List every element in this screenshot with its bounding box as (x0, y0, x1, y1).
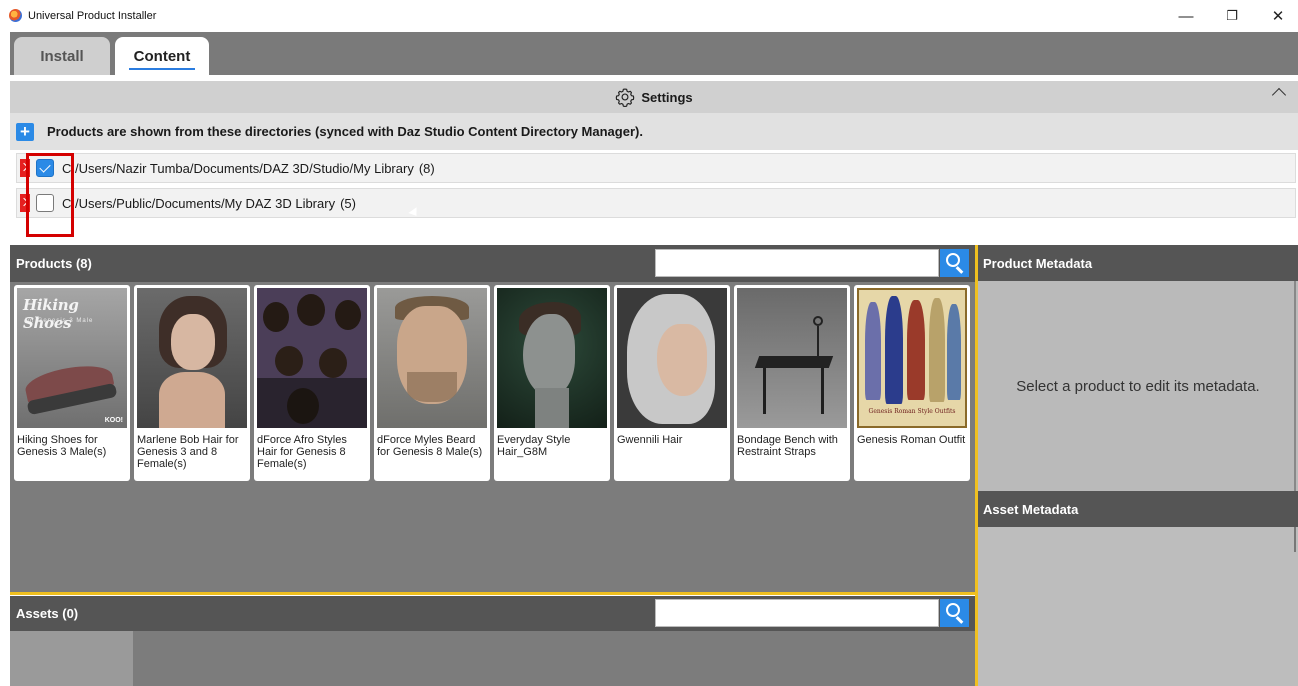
product-thumbnail (497, 288, 607, 428)
product-metadata-scrollbar[interactable] (1294, 281, 1296, 491)
product-card[interactable]: dForce Afro Styles Hair for Genesis 8 Fe… (254, 285, 370, 481)
products-search-button[interactable] (940, 249, 969, 277)
product-thumbnail (737, 288, 847, 428)
directory-path: C:/Users/Nazir Tumba/Documents/DAZ 3D/St… (62, 160, 414, 176)
app-icon (9, 9, 22, 22)
panel-divider-horizontal[interactable] (10, 592, 975, 595)
assets-search-input[interactable] (655, 599, 939, 627)
product-label: Marlene Bob Hair for Genesis 3 and 8 Fem… (137, 434, 239, 470)
product-card[interactable]: Bondage Bench with Restraint Straps (734, 285, 850, 481)
products-title: Products (8) (16, 256, 92, 271)
product-metadata-placeholder: Select a product to edit its metadata. (1016, 377, 1260, 395)
asset-metadata-header: Asset Metadata (978, 491, 1298, 527)
restore-button[interactable]: ❐ (1212, 4, 1252, 28)
product-card[interactable]: Gwennili Hair (614, 285, 730, 481)
thumbnail-brand: KOO! (104, 417, 123, 424)
thumbnail-title: Hiking Shoes (23, 296, 79, 332)
product-card[interactable]: Genesis Roman Style Outfits Genesis Roma… (854, 285, 970, 481)
product-label: dForce Myles Beard for Genesis 8 Male(s) (377, 434, 483, 458)
product-card[interactable]: Everyday Style Hair_G8M (494, 285, 610, 481)
product-card[interactable]: dForce Myles Beard for Genesis 8 Male(s) (374, 285, 490, 481)
product-thumbnail (257, 288, 367, 428)
gear-icon (616, 88, 635, 107)
product-thumbnail (377, 288, 487, 428)
products-header: Products (8) (10, 245, 975, 282)
product-thumbnail (617, 288, 727, 428)
assets-panel: Assets (0) (10, 596, 975, 686)
product-label: Gwennili Hair (617, 434, 683, 446)
settings-title: Settings (641, 89, 693, 105)
product-thumbnail (137, 288, 247, 428)
products-search-input[interactable] (655, 249, 939, 277)
product-label: Hiking Shoes for Genesis 3 Male(s) (17, 434, 107, 458)
product-label: Everyday Style Hair_G8M (497, 434, 571, 458)
checkbox-highlight-annotation (26, 153, 74, 237)
active-tab-indicator (129, 68, 195, 70)
tab-content-label: Content (133, 47, 191, 65)
directory-path: C:/Users/Public/Documents/My DAZ 3D Libr… (62, 195, 336, 211)
asset-metadata-body (978, 527, 1298, 686)
title-bar: Universal Product Installer — ❐ ✕ (0, 0, 1298, 32)
product-label: Bondage Bench with Restraint Straps (737, 434, 838, 458)
product-card[interactable]: Marlene Bob Hair for Genesis 3 and 8 Fem… (134, 285, 250, 481)
product-metadata-body: Select a product to edit its metadata. (978, 281, 1298, 491)
assets-title: Assets (0) (16, 606, 79, 621)
tab-content[interactable]: Content (115, 37, 209, 75)
window-title: Universal Product Installer (28, 10, 157, 22)
directory-count: (5) (340, 195, 356, 211)
directory-row: C:/Users/Public/Documents/My DAZ 3D Libr… (16, 188, 1296, 218)
products-panel: Products (8) Hiking Shoes for Genesis 3 … (10, 245, 975, 592)
product-metadata-header: Product Metadata (978, 245, 1298, 281)
tab-bar: Install Content (10, 32, 1298, 75)
tab-install[interactable]: Install (14, 37, 110, 75)
directories-info-text: Products are shown from these directorie… (47, 124, 643, 139)
close-button[interactable]: ✕ (1258, 4, 1298, 28)
product-label: dForce Afro Styles Hair for Genesis 8 Fe… (257, 434, 347, 470)
directory-count: (8) (418, 160, 435, 176)
search-icon (946, 253, 960, 267)
minimize-button[interactable]: — (1166, 4, 1206, 28)
directory-list: C:/Users/Nazir Tumba/Documents/DAZ 3D/St… (10, 150, 1298, 241)
product-thumbnail: Genesis Roman Style Outfits (857, 288, 967, 428)
assets-list (10, 631, 133, 686)
chevron-up-icon[interactable] (1271, 87, 1287, 103)
add-directory-button[interactable]: + (16, 122, 34, 141)
asset-metadata-scrollbar[interactable] (1294, 527, 1296, 552)
product-thumbnail: Hiking Shoes for Genesis 3 Male KOO! (17, 288, 127, 428)
settings-toggle[interactable]: Settings (10, 81, 1298, 113)
assets-header: Assets (0) (10, 596, 975, 631)
product-card[interactable]: Hiking Shoes for Genesis 3 Male KOO! Hik… (14, 285, 130, 481)
directory-row: C:/Users/Nazir Tumba/Documents/DAZ 3D/St… (16, 153, 1296, 183)
directories-info: + Products are shown from these director… (10, 113, 1298, 150)
metadata-panel: Product Metadata Select a product to edi… (978, 245, 1298, 686)
product-label: Genesis Roman Outfit (857, 434, 966, 446)
assets-search-button[interactable] (940, 599, 969, 627)
thumbnail-caption: Genesis Roman Style Outfits (868, 408, 956, 415)
thumbnail-subtitle: for Genesis 3 Male (25, 318, 94, 324)
search-icon (946, 603, 960, 617)
product-grid: Hiking Shoes for Genesis 3 Male KOO! Hik… (14, 285, 970, 481)
